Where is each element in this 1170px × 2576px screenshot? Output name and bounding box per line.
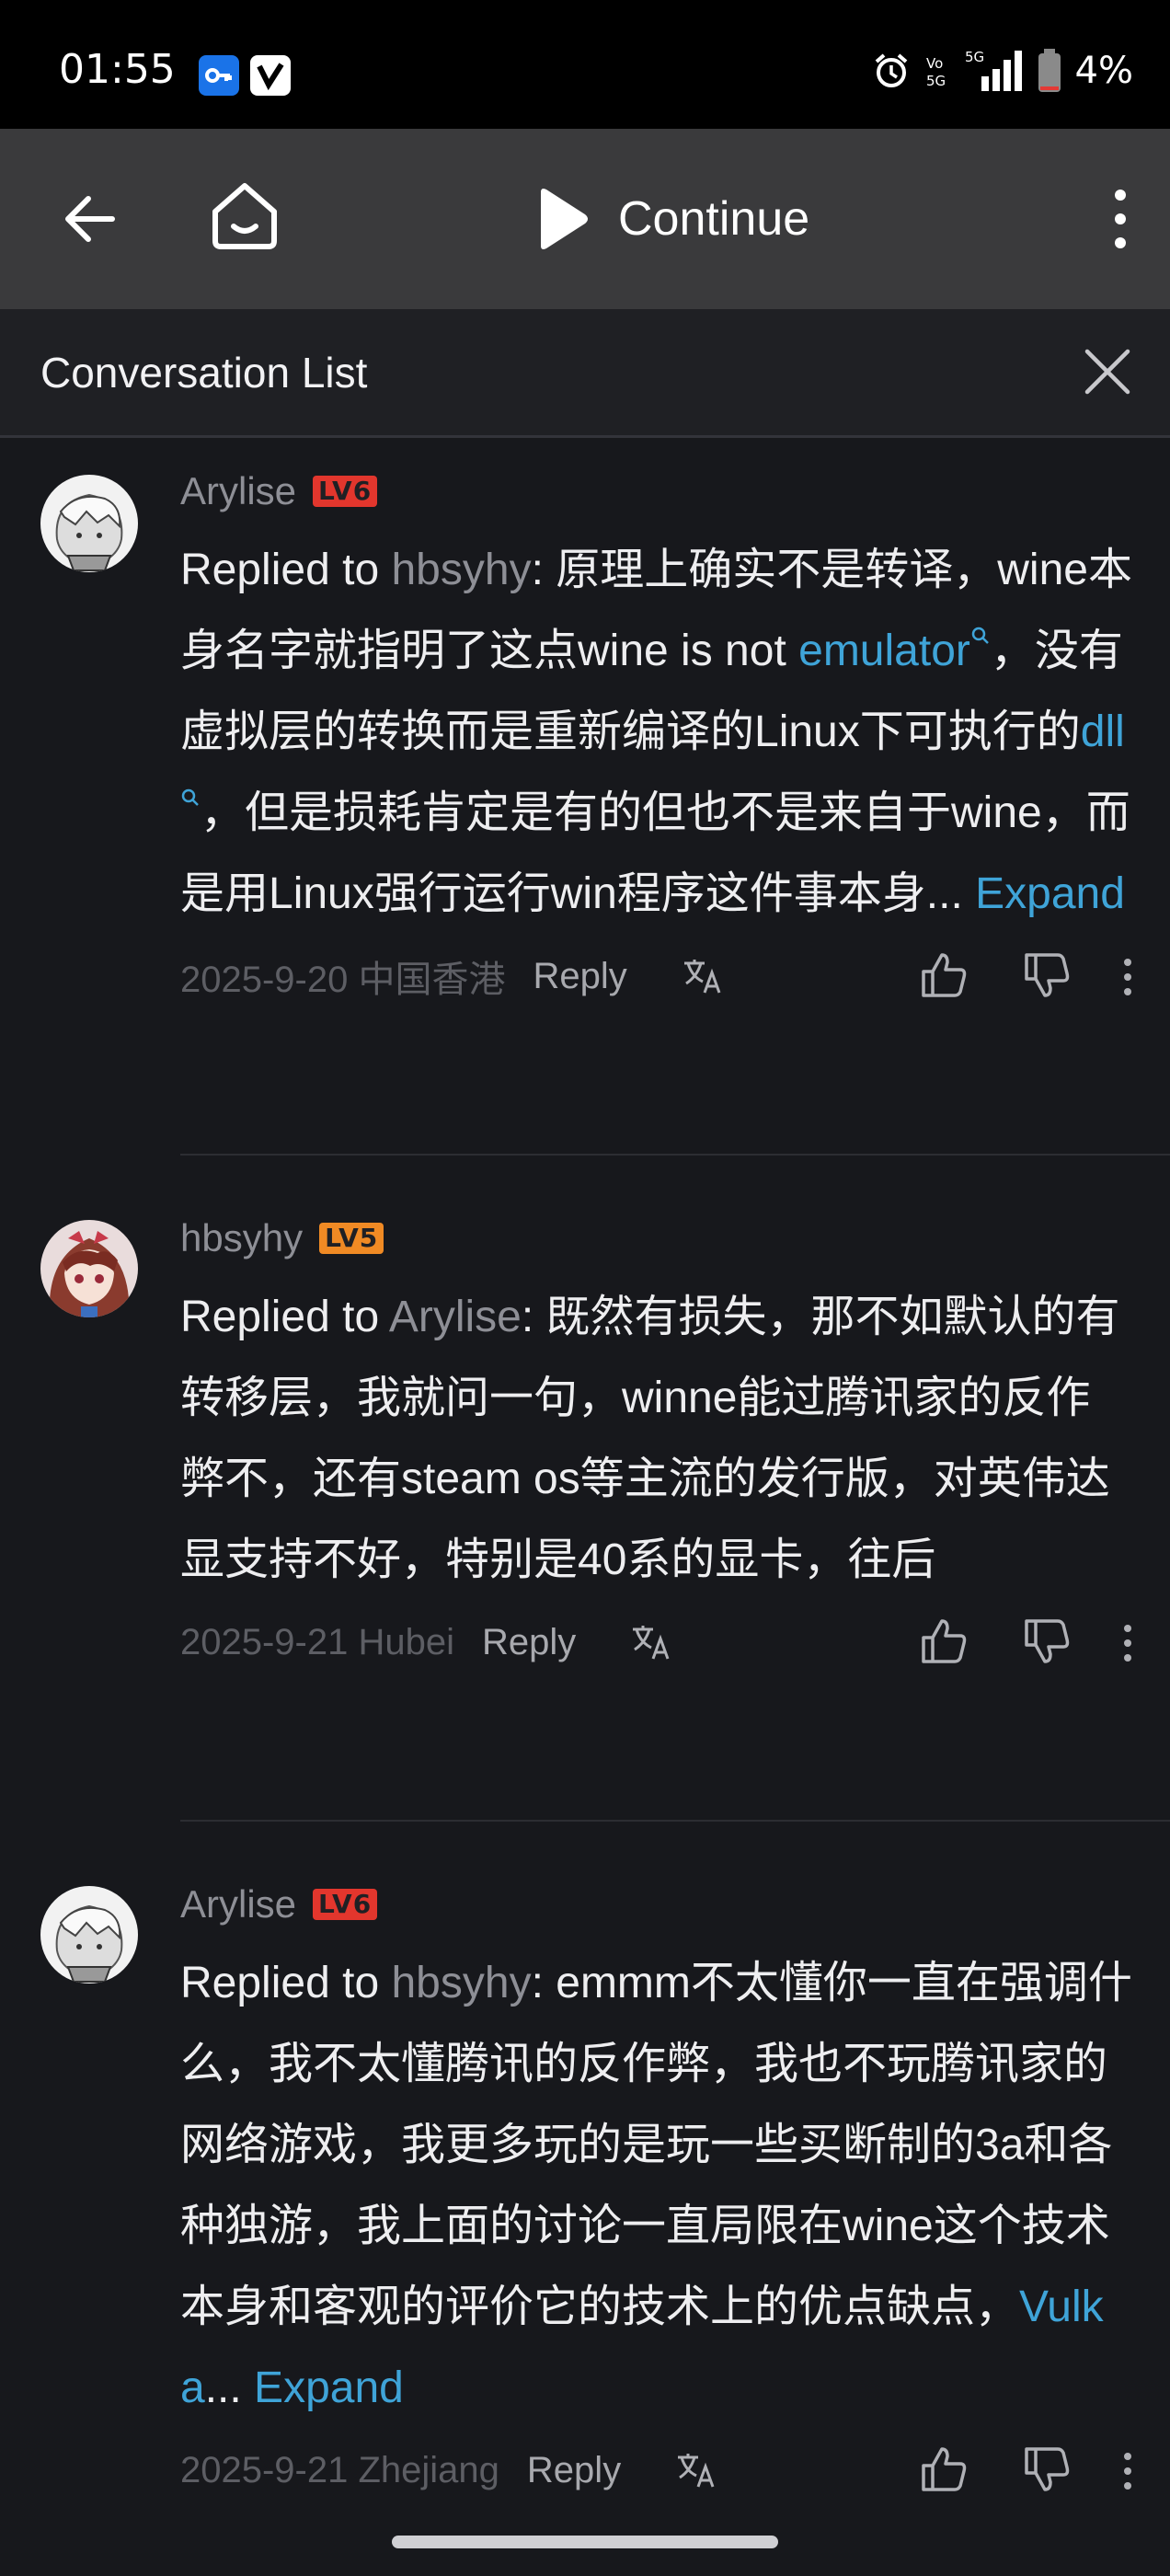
close-icon[interactable] [1082, 346, 1133, 397]
expand-link[interactable]: Expand [963, 869, 1125, 918]
divider [180, 1154, 1170, 1156]
svg-text:Vo: Vo [926, 55, 943, 72]
divider [180, 1820, 1170, 1822]
thumbs-down-icon[interactable] [1021, 949, 1072, 1001]
back-arrow-icon[interactable] [55, 184, 125, 254]
signal-icon: 5G [965, 49, 1022, 91]
comment-date: 2025-9-20 中国香港 [180, 960, 506, 1000]
comment-segment: : emmm不太懂你一直在强调什么，我不太懂腾讯的反作弊，我也不玩腾讯家的网络游… [180, 1959, 1132, 2331]
reply-button[interactable]: Reply [482, 1622, 576, 1663]
level-badge: LV6 [313, 476, 378, 507]
translate-icon[interactable] [627, 1618, 675, 1666]
avatar[interactable] [40, 1886, 138, 1984]
alarm-icon [875, 53, 907, 87]
search-icon [181, 788, 199, 806]
status-time: 01:55 [59, 46, 176, 93]
keyword-link[interactable]: emulator [798, 627, 970, 675]
thumbs-down-icon[interactable] [1021, 1616, 1072, 1667]
comment-meta: 2025-9-20 中国香港 Reply [180, 944, 1133, 1008]
reply-button[interactable]: Reply [527, 2450, 621, 2491]
thumbs-up-icon[interactable] [918, 1616, 969, 1667]
network-label: 5G [965, 49, 984, 65]
battery-percent: 4% [1074, 50, 1133, 92]
username[interactable]: Arylise [180, 469, 296, 513]
comment-meta: 2025-9-21 Zhejiang Reply [180, 2438, 1133, 2502]
home-icon[interactable] [206, 177, 283, 254]
expand-link[interactable]: Expand [242, 2363, 404, 2412]
play-icon [541, 189, 588, 249]
status-bar: 01:55 Vo 5G 5G 4% [0, 0, 1170, 129]
avatar[interactable] [40, 1220, 138, 1317]
volte-icon: Vo5G [926, 55, 946, 89]
app-notification-icon [250, 55, 291, 96]
level-badge: LV6 [313, 1889, 378, 1920]
search-icon [971, 627, 989, 644]
comment-date: 2025-9-21 Zhejiang [180, 2449, 499, 2490]
comment-date: 2025-9-21 Hubei [180, 1621, 454, 1662]
continue-label: Continue [618, 192, 810, 246]
translate-icon[interactable] [679, 952, 727, 1000]
comment-text[interactable]: Replied to hbsyhy: 原理上确实不是转译，wine本身名字就指明… [180, 530, 1133, 935]
vpn-key-icon [199, 55, 239, 96]
avatar[interactable] [40, 475, 138, 572]
username[interactable]: hbsyhy [180, 1216, 303, 1260]
thumbs-up-icon[interactable] [918, 949, 969, 1001]
reply-prefix: Replied to [180, 1293, 389, 1341]
reply-button[interactable]: Reply [533, 956, 626, 997]
mention-link[interactable]: hbsyhy [391, 1959, 531, 2007]
conversation-header: Conversation List [0, 309, 1170, 438]
more-options-icon[interactable] [1122, 957, 1133, 997]
more-vertical-icon[interactable] [1104, 182, 1137, 256]
comment-meta: 2025-9-21 Hubei Reply [180, 1610, 1133, 1674]
thumbs-down-icon[interactable] [1021, 2444, 1072, 2495]
home-indicator[interactable] [392, 2536, 778, 2548]
continue-button[interactable]: Continue [533, 182, 809, 256]
conversation-title: Conversation List [40, 349, 368, 397]
comment-text[interactable]: Replied to hbsyhy: emmm不太懂你一直在强调什么，我不太懂腾… [180, 1943, 1133, 2429]
svg-text:5G: 5G [926, 73, 946, 89]
username[interactable]: Arylise [180, 1882, 296, 1926]
mention-link[interactable]: Arylise [389, 1293, 522, 1341]
battery-icon [1038, 49, 1061, 92]
more-options-icon[interactable] [1122, 2451, 1133, 2491]
mention-link[interactable]: hbsyhy [391, 546, 531, 594]
reply-prefix: Replied to [180, 1959, 392, 2007]
comment-segment: ... [204, 2363, 242, 2412]
translate-icon[interactable] [672, 2446, 720, 2494]
more-options-icon[interactable] [1122, 1623, 1133, 1663]
level-badge: LV5 [319, 1223, 384, 1254]
top-toolbar: Continue [0, 129, 1170, 309]
keyword-link[interactable]: dll [1081, 707, 1125, 756]
status-icons: Vo 5G 5G 4% [871, 48, 1133, 94]
thumbs-up-icon[interactable] [918, 2444, 969, 2495]
comment-text[interactable]: Replied to Arylise: 既然有损失，那不如默认的有转移层，我就问… [180, 1277, 1133, 1601]
reply-prefix: Replied to [180, 546, 392, 594]
